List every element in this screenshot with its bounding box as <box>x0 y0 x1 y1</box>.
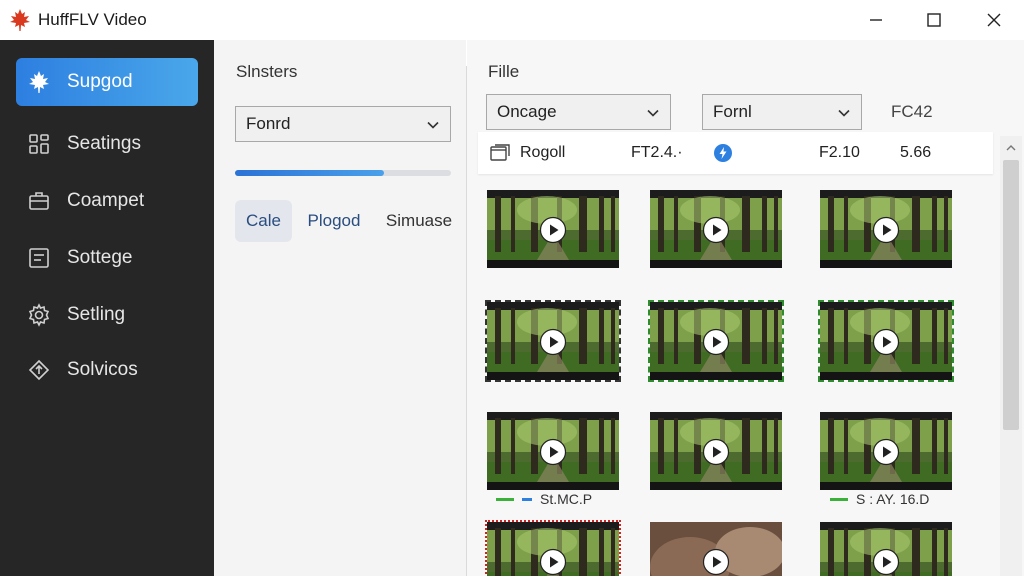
video-thumbnail[interactable] <box>820 412 952 490</box>
video-thumbnail[interactable] <box>648 300 784 382</box>
gear-icon <box>26 302 52 328</box>
play-icon[interactable] <box>702 548 730 576</box>
settings-dropdown-value: Fonrd <box>246 114 291 133</box>
minimize-button[interactable] <box>848 0 904 40</box>
sidebar-item-coampet[interactable]: Coampet <box>16 177 198 225</box>
video-thumbnail[interactable] <box>820 190 952 268</box>
scroll-thumb[interactable] <box>1003 160 1019 430</box>
grid-icon <box>26 131 52 157</box>
sidebar-item-setling[interactable]: Setling <box>16 291 198 339</box>
title-bar: HuffFLV Video <box>0 0 1024 40</box>
format-label: FC42 <box>891 102 933 121</box>
maximize-icon <box>927 13 941 27</box>
caption-bar <box>830 497 848 501</box>
document-icon <box>26 245 52 271</box>
video-thumbnail[interactable] <box>485 520 621 576</box>
play-icon[interactable] <box>702 438 730 466</box>
file-dropdown-1-value: Oncage <box>497 102 557 121</box>
video-thumbnail[interactable] <box>820 522 952 576</box>
window-title: HuffFLV Video <box>38 10 147 29</box>
close-button[interactable] <box>966 0 1022 40</box>
tab-label: Plogod <box>307 211 361 230</box>
folder-window-icon <box>490 144 510 161</box>
file-info-row[interactable]: Rogoll FT2.4.· F2.10 5.66 <box>478 132 993 174</box>
chevron-down-icon <box>427 121 439 129</box>
vertical-scrollbar[interactable] <box>1000 136 1022 576</box>
play-icon[interactable] <box>702 216 730 244</box>
video-thumbnail[interactable] <box>485 300 621 382</box>
progress-bar <box>235 170 451 176</box>
diamond-arrow-icon <box>26 357 52 383</box>
thumbnail-caption: S : AY. 16.D <box>830 491 929 507</box>
tab-plogod[interactable]: Plogod <box>300 200 368 242</box>
tab-label: Simuase <box>385 211 453 230</box>
sidebar: Supgod Seatings Coampet Sottege Setling … <box>0 40 214 576</box>
maple-leaf-icon <box>26 69 52 95</box>
settings-panel-title: Slnsters <box>236 62 298 81</box>
file-name: Rogoll <box>520 144 566 161</box>
sidebar-item-label: Coampet <box>67 190 145 211</box>
play-icon[interactable] <box>702 328 730 356</box>
sidebar-item-label: Seatings <box>67 133 141 154</box>
video-thumbnail[interactable] <box>650 412 782 490</box>
sidebar-item-label: Setling <box>67 304 126 325</box>
file-dropdown-2-value: Fornl <box>713 102 752 121</box>
play-icon[interactable] <box>872 216 900 244</box>
caption-text: S : AY. 16.D <box>856 491 930 507</box>
play-icon[interactable] <box>872 548 900 576</box>
caption-bar <box>496 497 514 501</box>
chevron-down-icon <box>647 109 659 117</box>
play-icon[interactable] <box>872 438 900 466</box>
tab-simuase[interactable]: Simuase <box>380 200 458 242</box>
caption-bar <box>522 497 532 501</box>
sidebar-item-seatings[interactable]: Seatings <box>16 120 198 168</box>
play-icon[interactable] <box>539 216 567 244</box>
sidebar-item-label: Supgod <box>67 71 133 92</box>
sidebar-item-solvicos[interactable]: Solvicos <box>16 346 198 394</box>
file-value-2: F2.10 <box>819 144 860 161</box>
settings-dropdown[interactable]: Fonrd <box>235 106 451 142</box>
file-panel-title: Fille <box>488 62 520 81</box>
sidebar-item-label: Solvicos <box>67 359 138 380</box>
file-value-1: FT2.4.· <box>631 144 683 161</box>
play-icon[interactable] <box>539 548 567 576</box>
lightning-icon <box>714 144 732 162</box>
video-thumbnail[interactable] <box>818 300 954 382</box>
maximize-button[interactable] <box>906 0 962 40</box>
video-thumbnail[interactable] <box>650 190 782 268</box>
caption-text: St.MC.P <box>540 491 593 507</box>
tab-cale[interactable]: Cale <box>235 200 292 242</box>
chevron-down-icon <box>838 109 850 117</box>
close-icon <box>987 13 1001 27</box>
thumbnail-caption: St.MC.P <box>496 491 592 507</box>
scroll-up-icon[interactable] <box>1005 142 1017 154</box>
tab-label: Cale <box>246 211 281 230</box>
sidebar-item-sottege[interactable]: Sottege <box>16 234 198 282</box>
video-thumbnail[interactable] <box>487 412 619 490</box>
sidebar-item-label: Sottege <box>67 247 133 268</box>
file-dropdown-1[interactable]: Oncage <box>486 94 671 130</box>
minimize-icon <box>870 19 882 21</box>
file-value-3: 5.66 <box>900 144 932 161</box>
progress-fill <box>235 170 385 176</box>
sidebar-item-supgod[interactable]: Supgod <box>16 58 198 106</box>
maple-leaf-icon <box>10 9 30 31</box>
play-icon[interactable] <box>539 438 567 466</box>
file-dropdown-2[interactable]: Fornl <box>702 94 862 130</box>
briefcase-icon <box>26 188 52 214</box>
play-icon[interactable] <box>872 328 900 356</box>
play-icon[interactable] <box>539 328 567 356</box>
video-thumbnail[interactable] <box>650 522 782 576</box>
video-thumbnail[interactable] <box>487 190 619 268</box>
